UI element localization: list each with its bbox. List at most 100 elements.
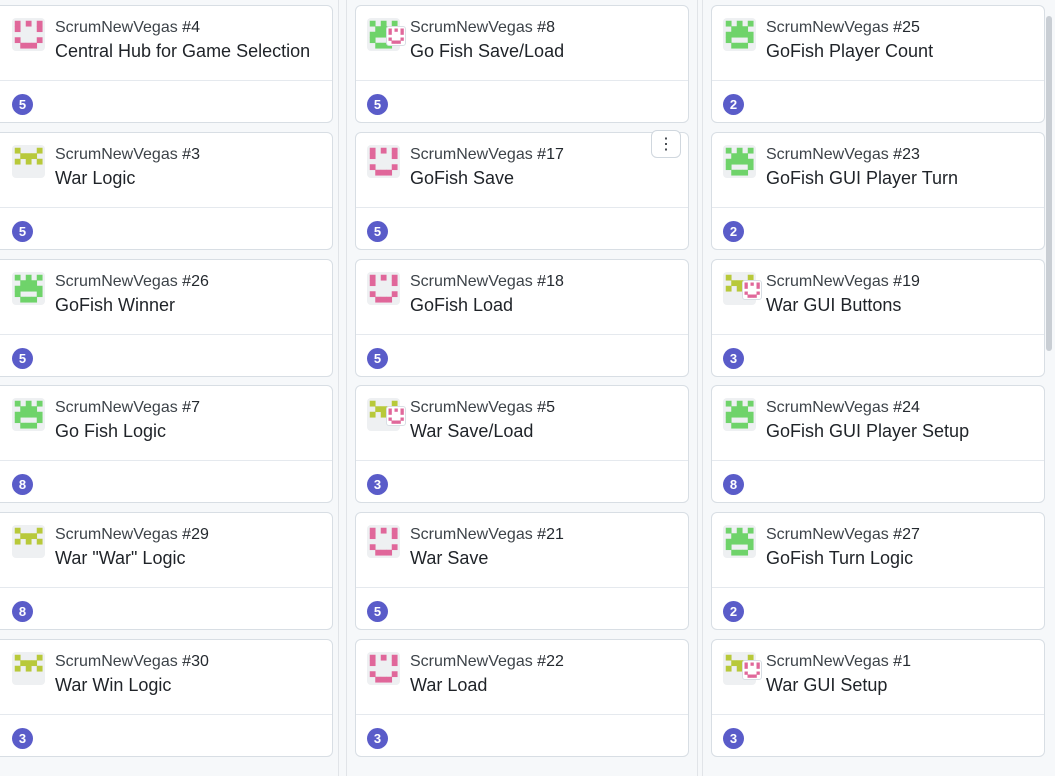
issue-card[interactable]: ScrumNewVegas #3 War Logic 5 xyxy=(0,132,333,250)
avatar xyxy=(367,525,400,558)
card-header: ScrumNewVegas #1 War GUI Setup xyxy=(712,640,1044,715)
issue-card[interactable]: ScrumNewVegas #5 War Save/Load 3 xyxy=(355,385,689,503)
story-points-badge: 3 xyxy=(12,728,33,749)
avatar xyxy=(386,406,406,426)
story-points-badge: 3 xyxy=(367,728,388,749)
issue-card[interactable]: ScrumNewVegas #24 GoFish GUI Player Setu… xyxy=(711,385,1045,503)
card-repo[interactable]: ScrumNewVegas #30 xyxy=(55,653,209,671)
issue-number: #23 xyxy=(893,146,920,163)
card-repo[interactable]: ScrumNewVegas #25 xyxy=(766,19,920,37)
story-points-badge: 5 xyxy=(367,601,388,622)
card-header: ScrumNewVegas #22 War Load xyxy=(356,640,688,715)
issue-card[interactable]: ScrumNewVegas #1 War GUI Setup 3 xyxy=(711,639,1045,757)
card-title[interactable]: War GUI Buttons xyxy=(766,295,901,316)
card-title[interactable]: GoFish GUI Player Setup xyxy=(766,421,969,442)
card-repo[interactable]: ScrumNewVegas #4 xyxy=(55,19,200,37)
avatar xyxy=(12,18,45,51)
card-title[interactable]: War GUI Setup xyxy=(766,675,887,696)
avatar xyxy=(12,398,45,431)
card-repo[interactable]: ScrumNewVegas #5 xyxy=(410,399,555,417)
issue-number: #4 xyxy=(182,19,200,36)
card-repo[interactable]: ScrumNewVegas #24 xyxy=(766,399,920,417)
issue-card[interactable]: ScrumNewVegas #26 GoFish Winner 5 xyxy=(0,259,333,377)
issue-card[interactable]: ScrumNewVegas #21 War Save 5 xyxy=(355,512,689,630)
avatar xyxy=(742,660,762,680)
card-header: ScrumNewVegas #26 GoFish Winner xyxy=(0,260,332,335)
issue-card[interactable]: ScrumNewVegas #8 Go Fish Save/Load 5 xyxy=(355,5,689,123)
story-points-badge: 3 xyxy=(723,728,744,749)
issue-card[interactable]: ScrumNewVegas #22 War Load 3 xyxy=(355,639,689,757)
card-repo[interactable]: ScrumNewVegas #18 xyxy=(410,273,564,291)
issue-number: #1 xyxy=(893,653,911,670)
card-repo[interactable]: ScrumNewVegas #22 xyxy=(410,653,564,671)
card-repo[interactable]: ScrumNewVegas #17 xyxy=(410,146,564,164)
card-repo[interactable]: ScrumNewVegas #23 xyxy=(766,146,920,164)
issue-number: #8 xyxy=(537,19,555,36)
issue-card[interactable]: ScrumNewVegas #29 War "War" Logic 8 xyxy=(0,512,333,630)
avatar xyxy=(723,398,756,431)
issue-card[interactable]: ScrumNewVegas #23 GoFish GUI Player Turn… xyxy=(711,132,1045,250)
card-title[interactable]: Central Hub for Game Selection xyxy=(55,41,310,62)
card-title[interactable]: War Save xyxy=(410,548,488,569)
card-header: ScrumNewVegas #4 Central Hub for Game Se… xyxy=(0,6,332,81)
issue-card[interactable]: ScrumNewVegas #27 GoFish Turn Logic 2 xyxy=(711,512,1045,630)
story-points-badge: 5 xyxy=(367,221,388,242)
card-header: ScrumNewVegas #27 GoFish Turn Logic xyxy=(712,513,1044,588)
card-title[interactable]: GoFish Load xyxy=(410,295,513,316)
issue-card[interactable]: ScrumNewVegas #30 War Win Logic 3 xyxy=(0,639,333,757)
issue-card[interactable]: ScrumNewVegas #4 Central Hub for Game Se… xyxy=(0,5,333,123)
card-header: ScrumNewVegas #30 War Win Logic xyxy=(0,640,332,715)
card-title[interactable]: War "War" Logic xyxy=(55,548,185,569)
card-repo[interactable]: ScrumNewVegas #27 xyxy=(766,526,920,544)
card-repo[interactable]: ScrumNewVegas #19 xyxy=(766,273,920,291)
avatar xyxy=(723,145,756,178)
story-points-badge: 5 xyxy=(367,348,388,369)
card-title[interactable]: GoFish Player Count xyxy=(766,41,933,62)
card-title[interactable]: GoFish Save xyxy=(410,168,514,189)
issue-number: #24 xyxy=(893,399,920,416)
issue-card[interactable]: ScrumNewVegas #25 GoFish Player Count 2 xyxy=(711,5,1045,123)
card-title[interactable]: GoFish GUI Player Turn xyxy=(766,168,958,189)
issue-card[interactable]: ScrumNewVegas #19 War GUI Buttons 3 xyxy=(711,259,1045,377)
issue-number: #18 xyxy=(537,273,564,290)
card-title[interactable]: Go Fish Save/Load xyxy=(410,41,564,62)
issue-number: #5 xyxy=(537,399,555,416)
issue-number: #22 xyxy=(537,653,564,670)
issue-number: #3 xyxy=(182,146,200,163)
card-repo[interactable]: ScrumNewVegas #7 xyxy=(55,399,200,417)
card-title[interactable]: GoFish Turn Logic xyxy=(766,548,913,569)
issue-card[interactable]: ScrumNewVegas #18 GoFish Load 5 xyxy=(355,259,689,377)
card-header: ScrumNewVegas #21 War Save xyxy=(356,513,688,588)
story-points-badge: 8 xyxy=(12,474,33,495)
card-menu-button[interactable]: ⋮ xyxy=(651,130,681,158)
card-header: ScrumNewVegas #7 Go Fish Logic xyxy=(0,386,332,461)
story-points-badge: 3 xyxy=(367,474,388,495)
issue-number: #27 xyxy=(893,526,920,543)
card-repo[interactable]: ScrumNewVegas #29 xyxy=(55,526,209,544)
avatar xyxy=(367,272,400,305)
story-points-badge: 5 xyxy=(367,94,388,115)
avatar xyxy=(723,18,756,51)
card-repo[interactable]: ScrumNewVegas #3 xyxy=(55,146,200,164)
card-repo[interactable]: ScrumNewVegas #26 xyxy=(55,273,209,291)
avatar xyxy=(12,525,45,558)
issue-card[interactable]: ScrumNewVegas #7 Go Fish Logic 8 xyxy=(0,385,333,503)
vertical-scrollbar[interactable] xyxy=(1046,16,1052,351)
card-title[interactable]: War Logic xyxy=(55,168,135,189)
card-header: ScrumNewVegas #18 GoFish Load xyxy=(356,260,688,335)
card-title[interactable]: War Win Logic xyxy=(55,675,171,696)
issue-card[interactable]: ScrumNewVegas #17 GoFish Save 5 ⋮ xyxy=(355,130,689,250)
avatar xyxy=(386,26,406,46)
card-repo[interactable]: ScrumNewVegas #1 xyxy=(766,653,911,671)
card-repo[interactable]: ScrumNewVegas #21 xyxy=(410,526,564,544)
card-header: ScrumNewVegas #23 GoFish GUI Player Turn xyxy=(712,133,1044,208)
card-header: ScrumNewVegas #24 GoFish GUI Player Setu… xyxy=(712,386,1044,461)
card-title[interactable]: Go Fish Logic xyxy=(55,421,166,442)
card-title[interactable]: War Load xyxy=(410,675,487,696)
story-points-badge: 8 xyxy=(723,474,744,495)
story-points-badge: 2 xyxy=(723,94,744,115)
card-title[interactable]: War Save/Load xyxy=(410,421,533,442)
avatar xyxy=(12,652,45,685)
card-repo[interactable]: ScrumNewVegas #8 xyxy=(410,19,555,37)
card-title[interactable]: GoFish Winner xyxy=(55,295,175,316)
